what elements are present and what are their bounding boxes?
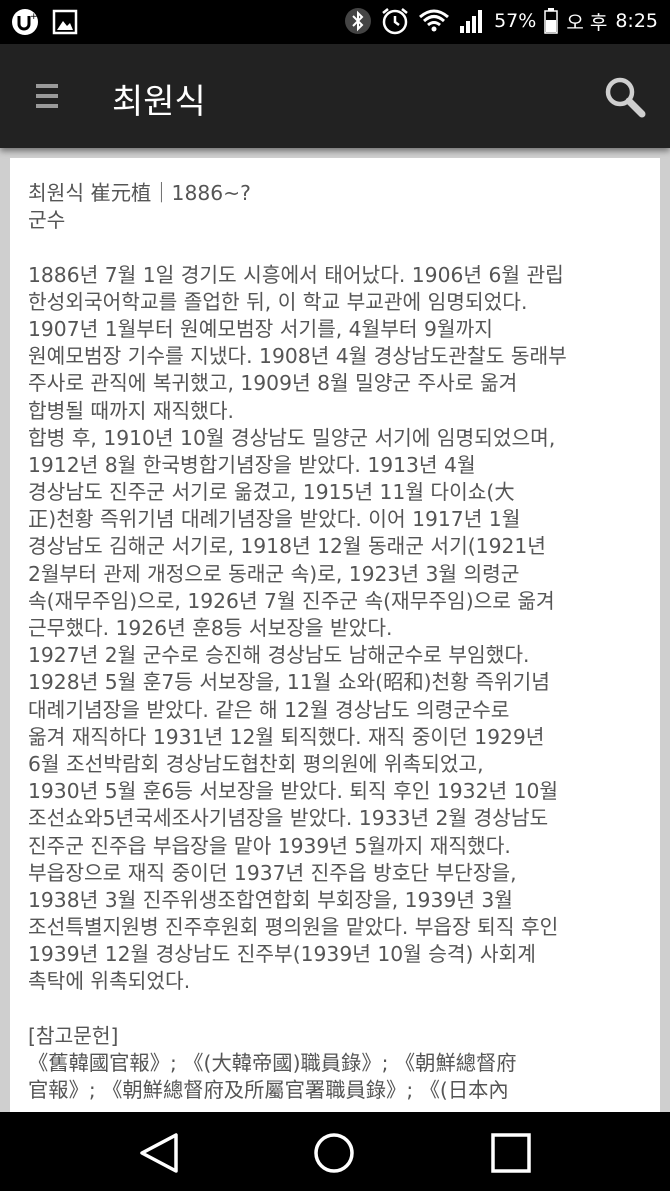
article-line: 《舊韓國官報》; 《(大韓帝國)職員錄》; 《朝鮮總督府 <box>28 1051 517 1075</box>
menu-icon[interactable] <box>36 84 58 110</box>
wifi-icon <box>419 9 450 32</box>
battery-icon <box>544 8 559 34</box>
article-line: 官報》; 《朝鮮總督府及所屬官署職員錄》; 《(日本內 <box>28 1078 509 1103</box>
status-left-icons: + <box>10 7 78 37</box>
navigation-bar <box>0 1112 670 1191</box>
article-line <box>28 234 642 261</box>
search-icon[interactable] <box>602 74 648 120</box>
article-line: 6월 조선박람회 경상남도협찬회 평의원에 위촉되었고, <box>28 751 484 776</box>
article-line: 1939년 12월 경상남도 진주부(1939년 10월 승격) 사회계 <box>28 942 536 967</box>
svg-text:+: + <box>30 12 38 22</box>
article-line: 촉탁에 위촉되었다. <box>28 969 191 994</box>
status-ampm: 오 후 <box>566 11 608 34</box>
bluetooth-icon <box>345 8 372 34</box>
u-plus-icon: + <box>12 9 38 35</box>
article-body: 최원식 崔元植｜1886~? 군수 1886년 7월 1일 경기도 시흥에서 태어났… <box>10 158 660 1104</box>
article-line: 1907년 1월부터 원예모범장 서기를, 4월부터 9월까지 <box>28 316 493 341</box>
article-line: 부읍장으로 재직 중이던 1937년 진주읍 방호단 부단장을, <box>28 860 517 885</box>
article-line: 군수 <box>28 208 66 233</box>
battery-percent: 57% <box>494 10 537 32</box>
article-line: 1927년 2월 군수로 승진해 경상남도 남해군수로 부임했다. <box>28 643 530 668</box>
article-line <box>28 996 642 1023</box>
home-icon[interactable] <box>311 1130 357 1176</box>
article-line: 합병될 때까지 재직했다. <box>28 398 234 423</box>
article-line: 1912년 8월 한국병합기념장을 받았다. 1913년 4월 <box>28 452 476 477</box>
signal-icon <box>460 10 483 33</box>
status-bar: + 57% 오 후 8:25 <box>0 0 670 44</box>
article-line: 대례기념장을 받았다. 같은 해 12월 경상남도 의령군수로 <box>28 697 510 722</box>
article-line: 경상남도 진주군 서기로 옮겼고, 1915년 11월 다이쇼(大 <box>28 480 515 505</box>
article-line: 최원식 崔元植｜1886~? <box>28 181 251 205</box>
page-title: 최원식 <box>112 82 206 122</box>
status-time: 8:25 <box>615 10 658 32</box>
article-line: 근무했다. 1926년 훈8등 서보장을 받았다. <box>28 616 393 640</box>
article-line: 正)천황 즉위기념 대례기념장을 받았다. 이어 1917년 1월 <box>28 507 521 532</box>
article-line: 1928년 5월 훈7등 서보장을, 11월 쇼와(昭和)천황 즉위기념 <box>28 670 550 695</box>
app-bar: 최원식 <box>0 44 670 148</box>
status-right-icons: 57% 오 후 8:25 <box>344 6 658 36</box>
article-line: [참고문헌] <box>28 1023 119 1048</box>
article-line: 1930년 5월 훈6등 서보장을 받았다. 퇴직 후인 1932년 10월 <box>28 779 559 804</box>
article-line: 옮겨 재직하다 1931년 12월 퇴직했다. 재직 중이던 1929년 <box>28 724 545 749</box>
article-line: 2월부터 관제 개정으로 동래군 속)로, 1923년 3월 의령군 <box>28 561 520 586</box>
article-line: 조선특별지원병 진주후원회 평의원을 맡았다. 부읍장 퇴직 후인 <box>28 915 559 940</box>
article-line: 주사로 관직에 복귀했고, 1909년 8월 밀양군 주사로 옮겨 <box>28 371 518 396</box>
article-line: 1938년 3월 진주위생조합연합회 부회장을, 1939년 3월 <box>28 887 513 912</box>
article-line: 한성외국어학교를 졸업한 뒤, 이 학교 부교관에 임명되었다. <box>28 289 528 314</box>
article-line: 조선쇼와5년국세조사기념장을 받았다. 1933년 2월 경상남도 <box>28 806 549 831</box>
article-line: 속(재무주임)으로, 1926년 7월 진주군 속(재무주임)으로 옮겨 <box>28 588 555 613</box>
image-icon <box>52 9 78 35</box>
article-card: 최원식 崔元植｜1886~? 군수 1886년 7월 1일 경기도 시흥에서 태어났… <box>10 158 660 1112</box>
alarm-icon <box>382 8 408 35</box>
article-line: 진주군 진주읍 부읍장을 맡아 1939년 5월까지 재직했다. <box>28 833 511 858</box>
back-icon[interactable] <box>136 1130 182 1176</box>
recent-apps-icon[interactable] <box>488 1130 534 1176</box>
article-line: 합병 후, 1910년 10월 경상남도 밀양군 서기에 임명되었으며, <box>28 425 556 450</box>
article-line: 1886년 7월 1일 경기도 시흥에서 태어났다. 1906년 6월 관립 <box>28 262 564 287</box>
article-line: 경상남도 김해군 서기로, 1918년 12월 동래군 서기(1921년 <box>28 534 546 559</box>
article-line: 원예모범장 기수를 지냈다. 1908년 4월 경상남도관찰도 동래부 <box>28 344 567 369</box>
